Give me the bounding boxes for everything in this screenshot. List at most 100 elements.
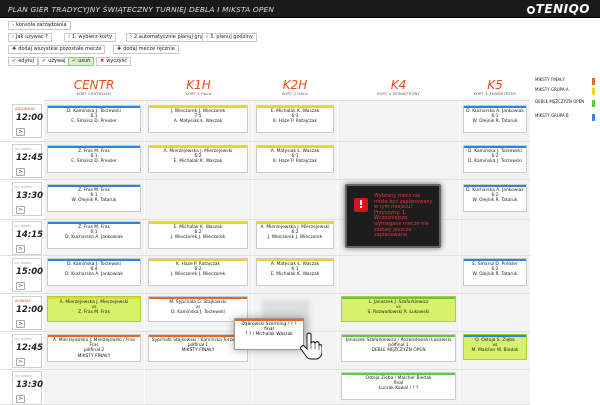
match-card[interactable]: D. Kamińska J. Torzewski 6:2 D. Kamińska J… <box>463 145 527 173</box>
match-card[interactable]: D. Kucharska A. Jankowiak 6:1 W. Olejnik R… <box>463 105 527 133</box>
match-card[interactable]: L. Janaszek J. Szafarkiewicz vs S. Rozwado… <box>341 296 456 322</box>
match-line: A. Mierzejewska J. Mierzejewski / Fras F… <box>52 338 136 349</box>
plus-icon: ✚ <box>117 46 122 52</box>
slot-next-button[interactable]: > <box>16 282 25 290</box>
match-line: K. Haze P. Ratajczak <box>272 119 318 125</box>
warning-icon: ! <box>354 198 368 212</box>
legend-swatch <box>592 88 595 95</box>
match-card[interactable]: K. Haze P. Ratajczak 6:2 J. Wieczorek J. W… <box>148 258 248 286</box>
time-slot: no dates 12:45 > <box>12 334 44 368</box>
console-button[interactable]: › konsola zarządzania <box>8 21 71 30</box>
use-button[interactable]: ✔ używaj <box>38 57 70 66</box>
slot-next-button[interactable]: > <box>16 206 25 214</box>
match-card[interactable]: D. Kamińska J. Torzewski 6:4 D. Kucharska … <box>47 258 141 286</box>
slot-next-button[interactable]: > <box>16 245 25 253</box>
add-manual-matches-button[interactable]: ✚ dodaj mecze ręcznie <box>113 45 179 54</box>
match-card[interactable]: A. Mierzejewska J. Mierzejewski vs Z. Fras… <box>47 296 141 322</box>
match-line: E. Smarsz D. Preisler <box>71 159 117 165</box>
day-label: SATURDAY <box>15 106 36 111</box>
category-bar <box>149 106 247 108</box>
slot-next-button[interactable]: > <box>16 128 25 136</box>
category-bar <box>48 222 140 224</box>
slot-next-button[interactable]: > <box>16 168 25 176</box>
match-card[interactable]: A. Matysiak Ł. Waszak 6:1 E. Michalak K. W… <box>256 258 334 286</box>
match-line: E. Smarsz D. Preisler <box>71 119 117 125</box>
match-card[interactable]: D. Kamińska J. Torzewski 6:1 E. Smarsz D. … <box>47 105 141 133</box>
court-name: K2H <box>282 78 308 92</box>
match-card[interactable]: O. Ostoja S. Zięba vs M. Malcher W. Biedak <box>463 334 527 360</box>
match-line: A. Matysiak Ł. Waszak <box>173 119 223 125</box>
time-slot: no dates 15:00 > <box>12 258 43 292</box>
category-bar <box>48 259 140 261</box>
use-button-label: używaj <box>48 58 66 64</box>
category-bar <box>48 297 140 299</box>
slot-next-button[interactable]: > <box>16 395 25 403</box>
match-card[interactable]: Sypchała Stajkowski / Kamińska Torzewski… <box>148 334 248 362</box>
app-header: PLAN GIER TRADYCYJNY ŚWIĄTECZNY TURNIEJ … <box>0 0 600 18</box>
time-slot: SATURDAY 12:00 > <box>12 104 43 138</box>
hand-cursor-icon <box>300 332 322 360</box>
match-card[interactable]: E. Michalak K. Waszak 6:2 J. Wieczorek J. … <box>148 221 248 249</box>
category-bar <box>48 106 140 108</box>
match-line: D. Kamińska J. Torzewski <box>468 159 522 165</box>
chevron-right-icon: › <box>12 22 14 28</box>
legend-item: MIKSTY GRUPA B <box>535 113 595 123</box>
category-bar <box>342 373 455 375</box>
category-bar <box>149 259 247 261</box>
match-card[interactable]: Z. Fras M. Fras 6:1 D. Kucharska A. Jankow… <box>47 221 141 249</box>
day-label: no dates <box>15 223 32 228</box>
match-card[interactable]: Z. Fras M. Fras 6:1 W. Olejnik R. Tataruk <box>47 184 141 212</box>
category-bar <box>149 297 247 299</box>
match-card[interactable]: E. Michalak K. Waszak 6:3 K. Haze P. Rataj… <box>256 105 334 133</box>
step1-button-label: 1. wybierz korty <box>72 34 113 40</box>
match-line: Z. Fras M. Fras <box>78 310 110 316</box>
match-card[interactable]: D. Kucharska A. Jankowiak 6:2 W. Olejnik R… <box>463 184 527 212</box>
match-card[interactable]: A. Matysiak Ł. Waszak 6:1 K. Haze P. Rataj… <box>256 145 334 173</box>
time-label: 12:45 <box>16 153 44 163</box>
add-all-matches-button[interactable]: ✚ dodaj wszystkie pozostałe mecze <box>8 45 106 54</box>
clear-button[interactable]: ✖ wyczyść <box>96 57 131 66</box>
day-label: no dates <box>15 260 32 265</box>
time-slot: SUNDAY 12:00 > <box>12 296 44 330</box>
court-name: K5 <box>487 78 503 92</box>
match-card[interactable]: Z. Fras M. Fras 6:1 E. Smarsz D. Preisler <box>47 145 141 173</box>
help-button[interactable]: › Jak używać ? <box>8 33 52 42</box>
court-subtitle: KORT 2 HALA <box>282 92 308 96</box>
match-card[interactable]: J. Wieczorek J. Wieczorek 7:5 A. Matysiak … <box>148 105 248 133</box>
time-label: 14:15 <box>16 230 44 240</box>
help-button-label: Jak używać ? <box>16 34 48 40</box>
match-line: J. Wieczorek J. Wieczorek <box>170 235 226 241</box>
match-card[interactable]: M. Sypchała G. Stajkowski vs D. Kamińska J… <box>148 296 248 322</box>
step2-button[interactable]: › 2.automatycznie planuj gry <box>126 33 207 42</box>
dragged-match-card[interactable]: Dąbrowski Szerming / ? ? finał ? ? / Mic… <box>234 318 304 350</box>
match-card[interactable]: E. Smarsz D. Preisler 6:2 W. Olejnik R. Ta… <box>463 258 527 286</box>
time-label: 12:00 <box>16 305 44 315</box>
time-label: 13:30 <box>16 380 44 390</box>
step1-button[interactable]: › 1. wybierz korty <box>64 33 117 42</box>
add-all-matches-label: dodaj wszystkie pozostałe mecze <box>18 46 102 52</box>
match-card[interactable]: Janaszek Szafarkiewicz / Rozwadowski Łuk… <box>341 334 456 362</box>
match-card[interactable]: Ostoja Zięba / Malcher Biedak finał Łuczak… <box>341 372 456 400</box>
match-line: W. Olejnik R. Tataruk <box>71 198 117 204</box>
logo-text: TENIQO <box>535 2 590 16</box>
match-card[interactable]: A. Mierzejewska J. Mierzejewski / Fras F… <box>47 334 141 362</box>
category-bar <box>464 185 526 187</box>
slot-next-button[interactable]: > <box>16 320 25 328</box>
category-bar <box>257 259 333 261</box>
match-line: K. Haze P. Ratajczak <box>272 159 318 165</box>
match-line: J. Wieczorek J. Wieczorek <box>267 235 323 241</box>
legend-item: DEBLE MĘŻCZYZN OPEN <box>535 99 595 109</box>
step3-button[interactable]: › 3. planuj godziny <box>202 33 257 42</box>
chevron-right-icon: › <box>12 34 14 40</box>
edit-button[interactable]: ✔ edytuj <box>8 57 38 66</box>
match-line: E. Michalak K. Waszak <box>173 159 223 165</box>
delete-button[interactable]: ✔ usuń <box>68 57 95 66</box>
category-bar <box>257 146 333 148</box>
category-bar <box>257 106 333 108</box>
match-card[interactable]: A. Mierzejewska J. Mierzejewski 6:2 J. Wie… <box>256 221 334 249</box>
match-card[interactable]: A. Mierzejewska J. Mierzejewski 6:2 E. Mic… <box>148 145 248 173</box>
day-label: no dates <box>15 336 32 341</box>
slot-next-button[interactable]: > <box>16 358 25 366</box>
chevron-right-icon: › <box>68 34 70 40</box>
time-label: 12:45 <box>16 343 44 353</box>
